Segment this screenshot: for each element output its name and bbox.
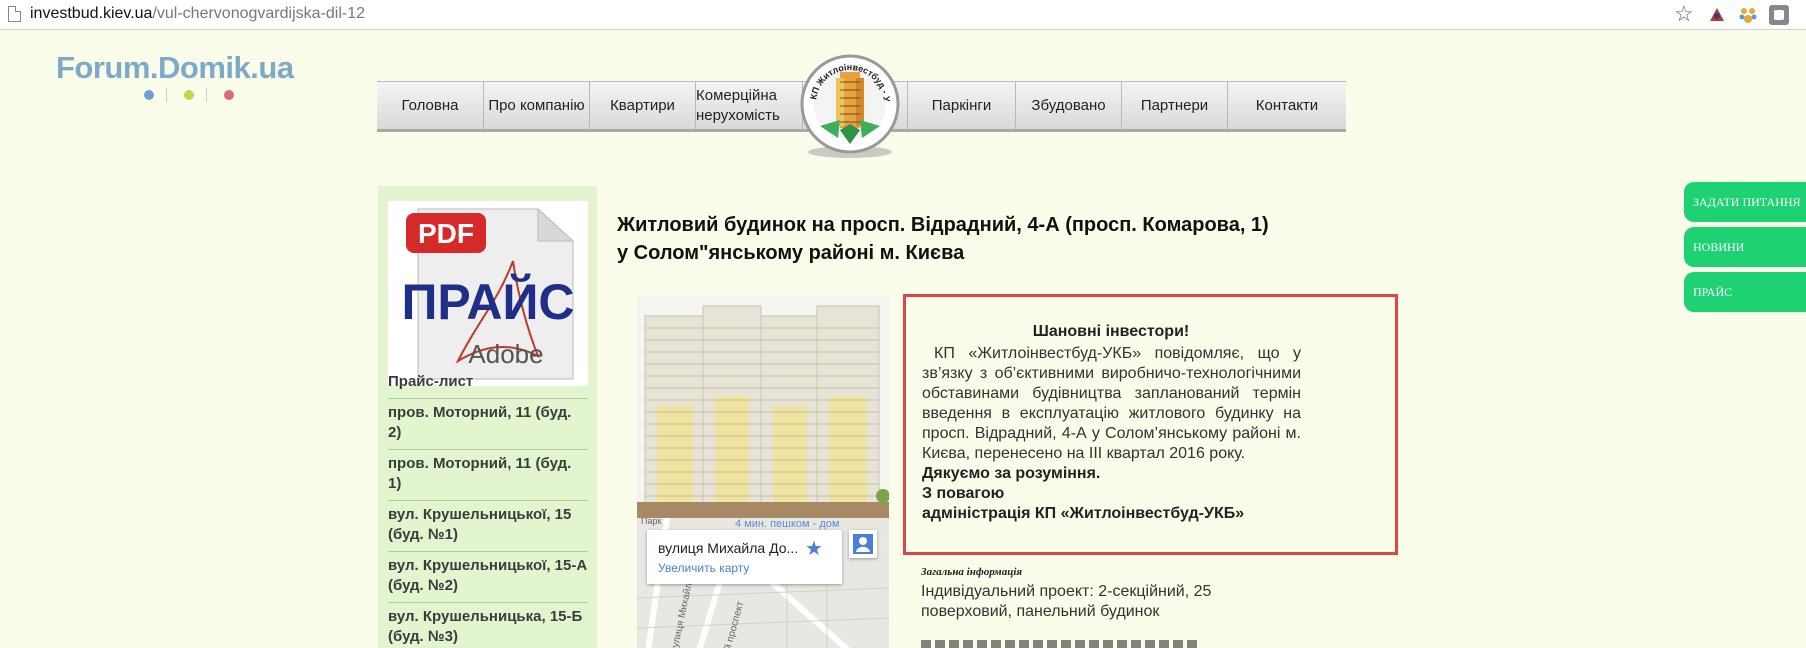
nav-home[interactable]: Головна [377,82,484,130]
sidebar-item-krushelnytskoi-15[interactable]: вул. Крушельницької, 15 (буд. №1) [388,505,588,545]
nav-about[interactable]: Про компанію [484,82,590,130]
general-info-text: Індивідуальний проект: 2-секційний, 25 п… [921,583,1212,620]
map-place-name: вулиця Михайла До... [658,540,799,556]
sidebar-item-krushelnytskoi-15a[interactable]: вул. Крушельницької, 15-А (буд. №2) [388,556,588,596]
nav-partners[interactable]: Партнери [1122,82,1228,130]
url-path: /vul-chervonogvardijska-dil-12 [152,5,365,22]
map-enlarge-link[interactable]: Увеличить карту [658,561,749,575]
forum-domik-logo[interactable]: Forum.Domik.ua [56,50,326,102]
notice-heading: Шановні інвестори! [1032,323,1190,340]
building-rendering-image [637,296,890,518]
sidebar-item-motornyi-1[interactable]: пров. Моторний, 11 (буд. 1) [388,454,588,494]
notice-thanks: Дякуємо за розуміння. [922,465,1101,482]
url-host: investbud.kiev.ua [30,5,153,22]
sidebar-item-motornyi-2[interactable]: пров. Моторний, 11 (буд. 2) [388,403,588,443]
page-icon [8,6,21,22]
map-walk-time: 4 мин. пешком - дом [735,518,840,530]
side-tab-price[interactable]: ПРАЙС [1684,272,1806,312]
price-word: ПРАЙС [401,273,574,330]
forum-logo-text: Forum.Domik.ua [56,50,294,85]
investor-notice-box: Шановні інвестори! КП «Житлоінвестбуд-УК… [903,294,1398,555]
sidebar-item-price-list[interactable]: Прайс-лист [388,372,588,392]
adobe-word: Adobe [468,339,543,369]
map-place-card: вулиця Михайла До... ★ Увеличить карту [647,530,842,584]
map-street-label-1: Парк [641,518,661,526]
side-tab-ask-question[interactable]: ЗАДАТИ ПИТАННЯ [1684,182,1806,222]
sidebar: PDF ПРАЙС Adobe Прайс-лист пров. Моторни… [378,186,597,648]
logo-dots [144,88,244,102]
nav-apartments[interactable]: Квартири [590,82,696,130]
pegman-icon[interactable] [849,530,877,558]
extension-red-icon[interactable] [1707,5,1727,25]
page-title: Житловий будинок на просп. Відрадний, 4-… [617,211,1317,267]
google-map[interactable]: Парк вулиця Михайла Д ий проспект 4 мин.… [637,518,889,648]
next-heading-cutoff [921,640,1221,648]
company-emblem-logo[interactable]: КП Житлоінвестбуд - УКБ [797,40,900,160]
extension-paw-icon[interactable] [1738,5,1758,25]
map-save-star-icon[interactable]: ★ [805,536,823,561]
page-title-line1: Житловий будинок на просп. Відрадний, 4-… [617,214,1269,236]
nav-contacts[interactable]: Контакти [1228,82,1346,130]
extension-gray-icon[interactable] [1769,5,1789,25]
sidebar-item-krushelnytska-15b[interactable]: вул. Крушельницька, 15-Б (буд. №3) [388,607,588,647]
nav-commercial[interactable]: Комерційна нерухомість [696,82,803,130]
bookmark-star-icon[interactable]: ☆ [1674,1,1694,27]
page-title-line2: у Солом"янському районі м. Києва [617,242,965,264]
pdf-badge: PDF [418,218,474,249]
browser-address-bar[interactable]: investbud.kiev.ua/vul-chervonogvardijska… [0,0,1806,30]
side-tab-news[interactable]: НОВИНИ [1684,227,1806,267]
nav-built[interactable]: Збудовано [1016,82,1122,130]
notice-body: КП «Житлоінвестбуд-УКБ» повідомляє, що у… [922,345,1301,462]
nav-parking[interactable]: Паркінги [907,82,1016,130]
price-list-image[interactable]: PDF ПРАЙС Adobe [388,201,588,386]
url-field[interactable]: investbud.kiev.ua/vul-chervonogvardijska… [30,5,365,23]
notice-signature: адміністрація КП «Житлоінвестбуд-УКБ» [922,505,1245,522]
notice-regards: З повагою [922,485,1005,502]
general-info-label: Загальна інформація [921,566,1023,578]
